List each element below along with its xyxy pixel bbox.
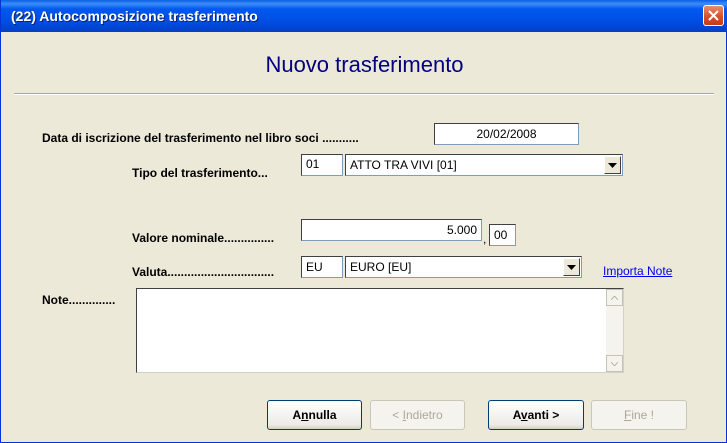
annulla-button[interactable]: Annulla	[267, 400, 362, 430]
valuta-label: Valuta................................	[132, 265, 275, 279]
scroll-down-icon	[611, 361, 618, 366]
annulla-label-c: nulla	[308, 408, 337, 422]
data-iscrizione-field[interactable]: 20/02/2008	[434, 123, 579, 145]
tipo-trasferimento-dropdown[interactable]: ATTO TRA VIVI [01]	[345, 154, 623, 176]
scroll-up-button[interactable]	[606, 289, 623, 306]
valuta-code-field[interactable]: EU	[301, 256, 343, 278]
indietro-button[interactable]: < Indietro	[370, 400, 465, 430]
close-button[interactable]	[703, 5, 724, 26]
scroll-down-button[interactable]	[606, 355, 623, 372]
note-textarea[interactable]	[136, 288, 624, 373]
valuta-selected-value: EURO [EU]	[350, 260, 412, 274]
close-icon	[708, 10, 719, 21]
valore-decimali-field[interactable]: 00	[489, 224, 516, 246]
valore-nominale-field[interactable]: 5.000	[301, 219, 482, 241]
page-heading: Nuovo trasferimento	[265, 52, 464, 77]
importa-note-link[interactable]: Importa Note	[603, 264, 672, 278]
note-label: Note..............	[42, 293, 116, 307]
window-title: (22) Autocomposizione trasferimento	[11, 8, 258, 24]
separator	[14, 93, 714, 95]
indietro-label-a: <	[392, 408, 403, 422]
valuta-dropdown-button[interactable]	[563, 258, 580, 276]
avanti-button[interactable]: Avanti >	[488, 400, 584, 430]
note-scrollbar[interactable]	[606, 289, 623, 372]
tipo-code-field[interactable]: 01	[301, 154, 343, 176]
chevron-down-icon	[567, 264, 576, 270]
decimal-separator: ,	[483, 232, 487, 246]
fine-button[interactable]: Fine !	[591, 400, 687, 430]
scroll-up-icon	[611, 295, 618, 300]
valore-nominale-label: Valore nominale...............	[132, 231, 275, 245]
title-bar[interactable]: (22) Autocomposizione trasferimento	[1, 0, 727, 32]
indietro-label-c: ndietro	[405, 408, 443, 422]
data-iscrizione-label: Data di iscrizione del trasferimento nel…	[42, 131, 359, 145]
annulla-label-a: A	[292, 408, 302, 422]
avanti-label-c: anti >	[527, 408, 560, 422]
avanti-label-b: v	[520, 408, 528, 422]
tipo-trasferimento-label: Tipo del trasferimento...	[132, 166, 268, 180]
avanti-label-a: A	[512, 408, 521, 422]
tipo-selected-value: ATTO TRA VIVI [01]	[350, 158, 457, 172]
chevron-down-icon	[608, 162, 617, 168]
dialog-window: (22) Autocomposizione trasferimento Nuov…	[0, 0, 727, 443]
tipo-dropdown-button[interactable]	[604, 156, 621, 174]
fine-label-b: ine !	[631, 408, 655, 422]
annulla-label-b: n	[301, 408, 309, 422]
valuta-dropdown[interactable]: EURO [EU]	[345, 256, 582, 278]
